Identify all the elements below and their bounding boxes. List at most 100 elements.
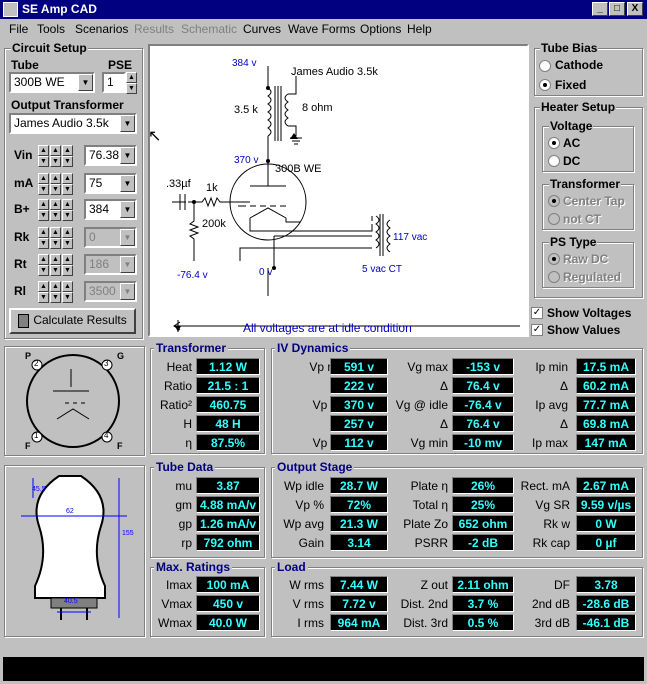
close-button[interactable]: X xyxy=(627,2,643,16)
menu-scenarios[interactable]: Scenarios xyxy=(75,22,128,36)
spin-down-icon[interactable]: ▼ xyxy=(50,265,61,276)
load-value-2-5: -46.1 dB xyxy=(576,614,636,631)
chevron-down-icon[interactable]: ▼ xyxy=(120,147,135,164)
spin-down-icon[interactable]: ▼ xyxy=(38,238,49,249)
transformer-label-3-0: H xyxy=(183,417,192,431)
iv-label-3-2: Δ xyxy=(439,417,448,431)
raw-dc-radio[interactable] xyxy=(548,253,560,265)
spin-up-icon[interactable]: ▲ xyxy=(38,199,49,210)
chevron-down-icon[interactable]: ▼ xyxy=(120,115,135,132)
menu-schematic[interactable]: Schematic xyxy=(181,22,237,36)
chevron-down-icon[interactable]: ▼ xyxy=(120,175,135,192)
spin-up-icon[interactable]: ▲ xyxy=(50,173,61,184)
spin-down-icon[interactable]: ▼ xyxy=(50,156,61,167)
pin-4-label: 4 xyxy=(104,431,109,440)
show-voltages-checkbox[interactable]: ✓ xyxy=(531,307,543,319)
spin-up-icon[interactable]: ▲ xyxy=(62,145,73,156)
output-value-0-3: 26% xyxy=(452,477,514,494)
spin-up-icon[interactable]: ▲ xyxy=(62,227,73,238)
param-field-4[interactable]: 186 ▼ xyxy=(84,254,137,275)
param-field-2[interactable]: 384 ▼ xyxy=(84,199,137,220)
param-field-3[interactable]: 0 ▼ xyxy=(84,227,137,248)
not-ct-radio[interactable] xyxy=(548,213,560,225)
center-tap-radio[interactable] xyxy=(548,195,560,207)
center-tap-label: Center Tap xyxy=(563,194,625,208)
spin-down-icon[interactable]: ▼ xyxy=(62,156,73,167)
spin-down-icon[interactable]: ▼ xyxy=(38,210,49,221)
spin-up-icon[interactable]: ▲ xyxy=(62,281,73,292)
primary-impedance: 3.5 k xyxy=(234,104,258,116)
iv-value-2-1: 370 v xyxy=(330,396,388,413)
param-field-0[interactable]: 76.38 ▼ xyxy=(84,145,137,166)
spin-down-icon[interactable]: ▼ xyxy=(38,292,49,303)
spin-up-icon[interactable]: ▲ xyxy=(38,254,49,265)
menu-results[interactable]: Results xyxy=(134,22,174,36)
spin-down-icon[interactable]: ▼ xyxy=(62,184,73,195)
chevron-down-icon[interactable]: ▼ xyxy=(120,229,135,246)
spin-up-icon[interactable]: ▲ xyxy=(62,173,73,184)
spin-down-icon[interactable]: ▼ xyxy=(62,292,73,303)
pse-down-icon[interactable]: ▼ xyxy=(126,83,137,94)
menu-curves[interactable]: Curves xyxy=(243,22,281,36)
heater-ac-radio[interactable] xyxy=(548,137,560,149)
tube-label: Tube xyxy=(11,58,39,72)
max-ratings-label-2-0: Wmax xyxy=(158,616,192,630)
minimize-button[interactable]: _ xyxy=(592,2,608,16)
calculate-results-label: Calculate Results xyxy=(33,313,127,327)
menu-options[interactable]: Options xyxy=(360,22,401,36)
spin-down-icon[interactable]: ▼ xyxy=(50,210,61,221)
output-label-1-4: Vg SR xyxy=(535,498,570,512)
menu-tools[interactable]: Tools xyxy=(37,22,65,36)
calculate-results-button[interactable]: Calculate Results xyxy=(9,308,136,334)
tube-bias-group xyxy=(534,48,643,96)
max-ratings-label-1-0: Vmax xyxy=(161,597,192,611)
spin-down-icon[interactable]: ▼ xyxy=(50,292,61,303)
output-transformer-select[interactable]: James Audio 3.5k ▼ xyxy=(9,113,137,134)
heater-ac-label: AC xyxy=(563,136,581,150)
pse-value: 1 xyxy=(107,75,114,89)
show-values-checkbox[interactable]: ✓ xyxy=(531,324,543,336)
spin-up-icon[interactable]: ▲ xyxy=(50,281,61,292)
spin-down-icon[interactable]: ▼ xyxy=(62,265,73,276)
spin-down-icon[interactable]: ▼ xyxy=(38,156,49,167)
spin-up-icon[interactable]: ▲ xyxy=(50,254,61,265)
tube-select[interactable]: 300B WE ▼ xyxy=(9,72,95,93)
mouse-cursor-icon: ↖ xyxy=(148,128,162,145)
param-field-1[interactable]: 75 ▼ xyxy=(84,173,137,194)
menu-file[interactable]: File xyxy=(9,22,28,36)
spin-up-icon[interactable]: ▲ xyxy=(38,227,49,238)
iv-label-2-2: Vg @ idle xyxy=(395,398,448,412)
spin-down-icon[interactable]: ▼ xyxy=(50,238,61,249)
spin-down-icon[interactable]: ▼ xyxy=(38,184,49,195)
chevron-down-icon[interactable]: ▼ xyxy=(120,256,135,273)
chevron-down-icon[interactable]: ▼ xyxy=(78,74,93,91)
spin-down-icon[interactable]: ▼ xyxy=(62,210,73,221)
bias-cathode-radio[interactable] xyxy=(539,60,551,72)
spin-up-icon[interactable]: ▲ xyxy=(38,173,49,184)
regulated-radio[interactable] xyxy=(548,271,560,283)
chevron-down-icon[interactable]: ▼ xyxy=(120,283,135,300)
output-value-3-3: -2 dB xyxy=(452,534,514,551)
menu-wave-forms[interactable]: Wave Forms xyxy=(288,22,356,36)
load-title: Load xyxy=(275,560,308,574)
spin-up-icon[interactable]: ▲ xyxy=(38,145,49,156)
heater-dc-radio[interactable] xyxy=(548,155,560,167)
bias-fixed-radio[interactable] xyxy=(539,79,551,91)
maximize-button[interactable]: □ xyxy=(609,2,625,16)
load-value-0-1: 7.44 W xyxy=(330,576,388,593)
spin-up-icon[interactable]: ▲ xyxy=(62,199,73,210)
spin-down-icon[interactable]: ▼ xyxy=(38,265,49,276)
chevron-down-icon[interactable]: ▼ xyxy=(120,201,135,218)
pse-field[interactable]: 1 xyxy=(102,72,126,93)
spin-down-icon[interactable]: ▼ xyxy=(50,184,61,195)
pse-up-icon[interactable]: ▲ xyxy=(126,72,137,83)
spin-up-icon[interactable]: ▲ xyxy=(50,145,61,156)
spin-up-icon[interactable]: ▲ xyxy=(50,227,61,238)
spin-up-icon[interactable]: ▲ xyxy=(62,254,73,265)
max-ratings-title: Max. Ratings xyxy=(154,560,233,574)
param-field-5[interactable]: 3500 ▼ xyxy=(84,281,137,302)
menu-help[interactable]: Help xyxy=(407,22,432,36)
spin-down-icon[interactable]: ▼ xyxy=(62,238,73,249)
spin-up-icon[interactable]: ▲ xyxy=(38,281,49,292)
spin-up-icon[interactable]: ▲ xyxy=(50,199,61,210)
